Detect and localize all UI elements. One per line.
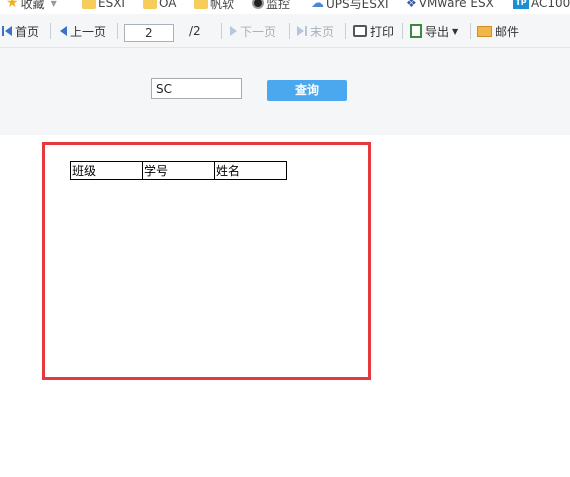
bookmark-favorites[interactable]: ★ 收藏 ▼: [6, 0, 57, 12]
folder-icon: [82, 0, 96, 9]
bookmark-label: 收藏: [20, 0, 45, 11]
print-button[interactable]: 打印: [353, 14, 394, 48]
next-page-label: 下一页: [240, 24, 277, 39]
report-toolbar: 首页 上一页 /2 下一页 末页 打印 导出 ▼ 邮件: [0, 14, 570, 48]
bookmark-label: ESXI: [98, 0, 125, 10]
star-icon: ★: [6, 0, 19, 11]
page-total-label: /2: [189, 24, 201, 38]
export-label: 导出: [425, 24, 450, 39]
folder-icon: [194, 0, 208, 9]
bookmark-label: UPS与ESXI: [326, 0, 389, 11]
first-page-arrow-icon: [5, 26, 12, 36]
prev-page-icon: [60, 26, 67, 36]
bookmark-vmware[interactable]: ❖ VMware ESX: [406, 0, 494, 12]
query-button[interactable]: 查询: [267, 80, 347, 101]
bookmark-label: 监控: [266, 0, 291, 11]
export-icon: [410, 24, 422, 38]
toolbar-divider: [345, 23, 346, 39]
column-header-name: 姓名: [214, 161, 287, 180]
bookmark-ups-esxi[interactable]: ☁ UPS与ESXI: [311, 0, 389, 12]
next-page-button[interactable]: 下一页: [230, 14, 276, 48]
prev-page-label: 上一页: [70, 24, 107, 39]
chevron-down-icon: ▼: [50, 0, 57, 8]
bookmarks-bar: ★ 收藏 ▼ ESXI OA 帆软 监控 ☁ UPS与ESXI ❖ VMware…: [0, 0, 570, 12]
vmware-icon: ❖: [406, 0, 417, 10]
report-table: 班级 学号 姓名: [70, 161, 287, 180]
bookmark-label: VMware ESX: [418, 0, 494, 10]
bookmark-label: OA: [159, 0, 177, 10]
print-label: 打印: [370, 24, 395, 39]
toolbar-divider: [470, 23, 471, 39]
bookmark-monitor[interactable]: 监控: [252, 0, 290, 12]
bookmark-fanruan[interactable]: 帆软: [194, 0, 234, 12]
bookmark-esxi[interactable]: ESXI: [82, 0, 125, 12]
column-header-class: 班级: [70, 161, 143, 180]
prev-page-button[interactable]: 上一页: [60, 14, 106, 48]
first-page-button[interactable]: 首页: [2, 14, 39, 48]
mail-icon: [477, 25, 492, 37]
chevron-down-icon: ▼: [452, 26, 459, 36]
bookmark-label: 帆软: [210, 0, 235, 11]
query-panel: 查询: [0, 48, 570, 135]
tp-link-icon: TP: [513, 0, 529, 9]
mail-label: 邮件: [495, 24, 520, 39]
bookmark-oa[interactable]: OA: [143, 0, 176, 12]
toolbar-divider: [50, 23, 51, 39]
class-query-input[interactable]: [151, 78, 242, 99]
toolbar-divider: [221, 23, 222, 39]
first-page-label: 首页: [15, 24, 40, 39]
column-header-student-id: 学号: [142, 161, 215, 180]
page-total: /2: [189, 14, 201, 48]
bookmark-ac100[interactable]: TP AC100: [513, 0, 570, 12]
next-page-icon: [230, 26, 237, 36]
folder-icon: [143, 0, 157, 9]
toolbar-divider: [289, 23, 290, 39]
toolbar-divider: [402, 23, 403, 39]
mail-button[interactable]: 邮件: [477, 14, 519, 48]
page-number-input[interactable]: [124, 24, 174, 42]
printer-icon: [353, 25, 367, 37]
last-page-label: 末页: [310, 24, 335, 39]
bookmark-label: AC100: [531, 0, 570, 10]
export-button[interactable]: 导出 ▼: [410, 14, 458, 48]
toolbar-divider: [117, 23, 118, 39]
camera-icon: [252, 0, 264, 9]
last-page-button[interactable]: 末页: [297, 14, 334, 48]
first-page-icon: [2, 26, 4, 36]
cloud-icon: ☁: [311, 0, 324, 11]
last-page-icon: [305, 26, 307, 36]
last-page-arrow-icon: [297, 26, 304, 36]
table-header-row: 班级 学号 姓名: [70, 161, 287, 180]
